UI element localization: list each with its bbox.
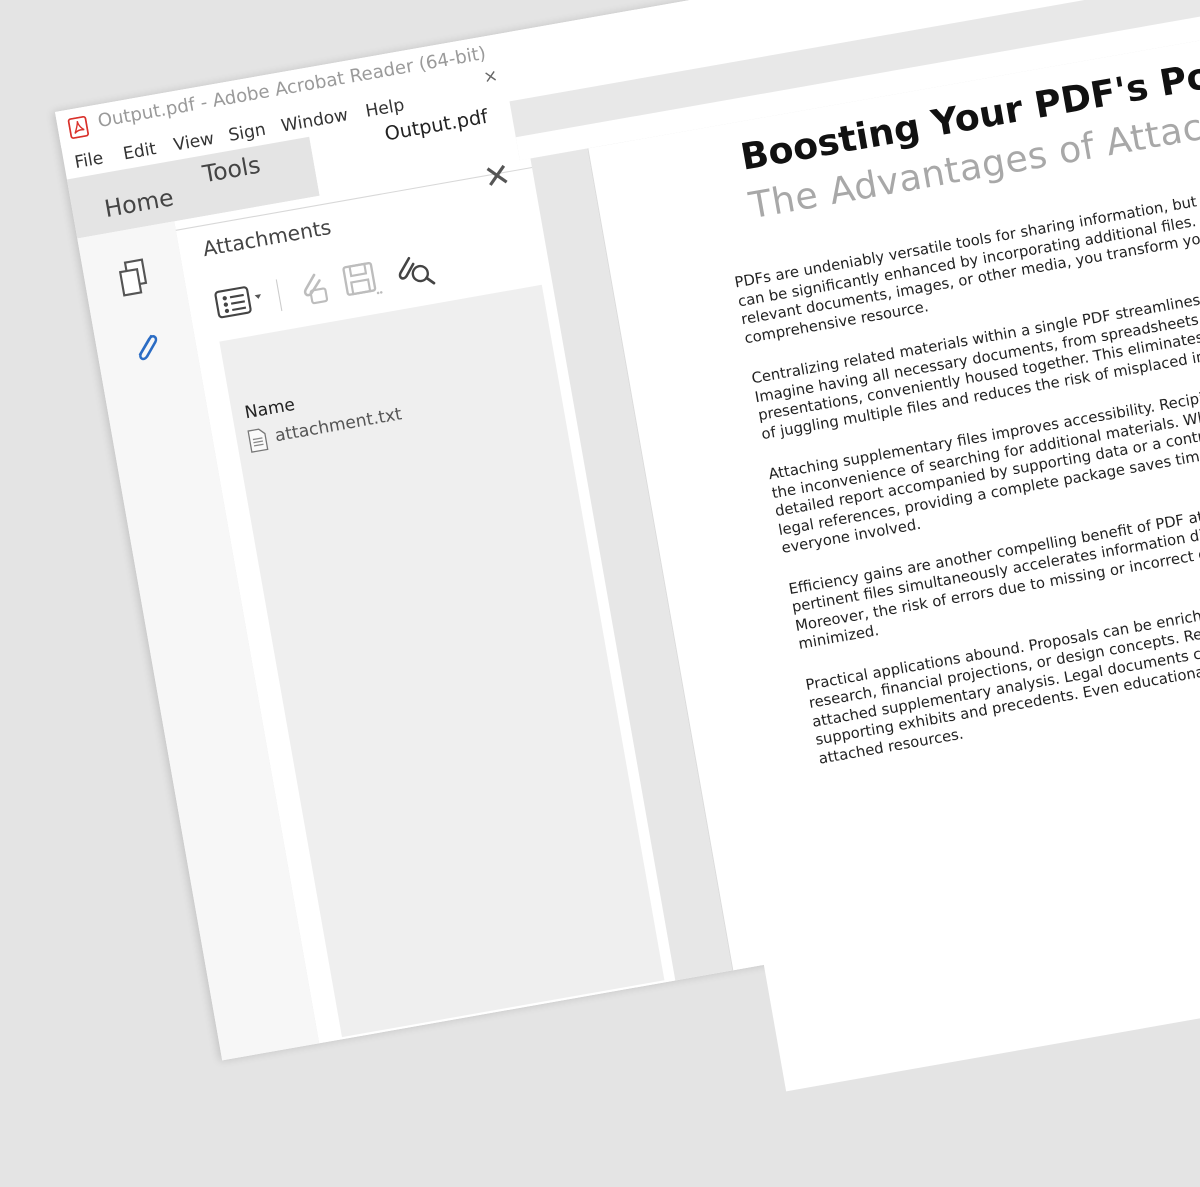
close-panel-icon[interactable]: ✕	[481, 156, 514, 198]
acrobat-window: Output.pdf - Adobe Acrobat Reader (64-bi…	[55, 0, 1200, 1092]
tab-tools[interactable]: Tools	[201, 152, 263, 188]
save-attachment-icon[interactable]	[336, 255, 386, 305]
tab-home[interactable]: Home	[103, 185, 176, 223]
menu-help[interactable]: Help	[364, 94, 406, 121]
document-body: PDFs are undeniably versatile tools for …	[733, 175, 1200, 792]
text-file-icon	[247, 428, 269, 453]
paperclip-icon[interactable]	[124, 324, 169, 373]
column-header-name[interactable]: Name	[243, 394, 296, 423]
menu-view[interactable]: View	[172, 128, 216, 155]
open-attachment-icon[interactable]	[287, 264, 337, 314]
menu-sign[interactable]: Sign	[227, 119, 267, 146]
pdf-page: Boosting Your PDF's Potential The Advant…	[618, 0, 1200, 1092]
menu-edit[interactable]: Edit	[121, 138, 157, 164]
toolbar-separator	[275, 279, 283, 312]
acrobat-logo-icon	[67, 115, 89, 139]
search-attachments-icon[interactable]	[386, 245, 440, 295]
menu-file[interactable]: File	[73, 147, 105, 172]
page-thumbnails-icon[interactable]	[112, 254, 157, 303]
view-options-icon[interactable]	[209, 274, 275, 327]
